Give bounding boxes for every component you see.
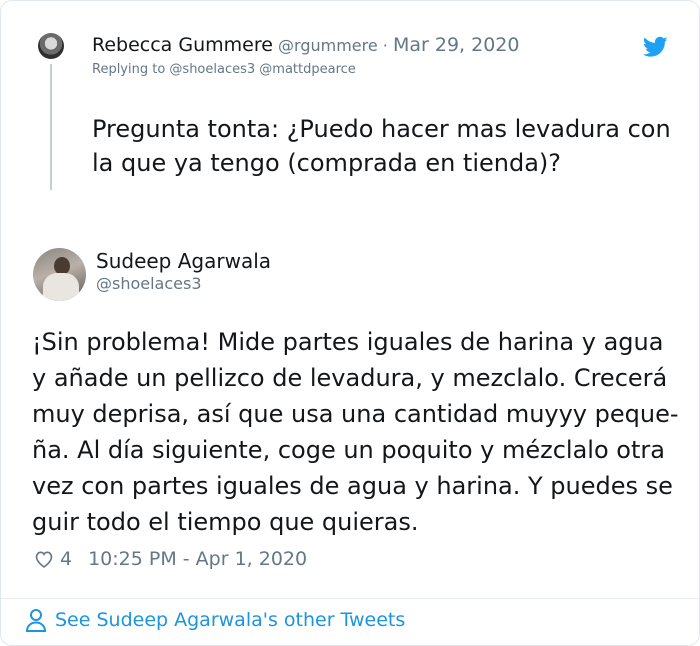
tweet-text-line: muy deprisa, así que usa una cantidad mu… bbox=[32, 400, 679, 428]
reply-header: Rebecca Gummere @rgummere · Mar 29, 2020 bbox=[92, 34, 519, 56]
avatar-body-shape bbox=[43, 273, 79, 301]
tweet-text: ¡Sin problema! Mide partes iguales de ha… bbox=[32, 324, 687, 540]
tweet-text-line: guir todo el tiempo que quieras. bbox=[32, 508, 419, 536]
replying-to[interactable]: Replying to @shoelaces3 @mattdpearce bbox=[92, 62, 356, 77]
tweet-text-line: ¡Sin problema! Mide partes iguales de ha… bbox=[32, 328, 664, 356]
tweet-timestamp[interactable]: 10:25 PM - Apr 1, 2020 bbox=[88, 548, 307, 570]
tweet-text-line: vez con partes iguales de agua y harina.… bbox=[32, 472, 673, 500]
twitter-bird-icon[interactable] bbox=[643, 36, 668, 58]
tweet-text-line: ña. Al día siguiente, coge un poquito y … bbox=[32, 436, 665, 464]
tweet-text-line: y añade un pellizco de levadura, y mezcl… bbox=[32, 364, 668, 392]
tweet-meta: 4 10:25 PM - Apr 1, 2020 bbox=[34, 546, 307, 572]
person-icon bbox=[25, 609, 47, 632]
reply-text: Pregunta tonta: ¿Puedo hacer mas levadur… bbox=[92, 115, 671, 177]
reply-author-handle[interactable]: @rgummere bbox=[278, 36, 378, 55]
header-separator: · bbox=[382, 36, 388, 55]
tweet-card: Rebecca Gummere @rgummere · Mar 29, 2020… bbox=[0, 0, 700, 646]
see-other-tweets-label[interactable]: See Sudeep Agarwala's other Tweets bbox=[55, 609, 405, 631]
footer-divider bbox=[1, 598, 699, 599]
reply-author-name[interactable]: Rebecca Gummere bbox=[92, 34, 273, 56]
reply-date[interactable]: Mar 29, 2020 bbox=[393, 34, 520, 56]
like-count[interactable]: 4 bbox=[60, 548, 72, 570]
thread-line bbox=[50, 64, 52, 190]
reply-author-avatar[interactable] bbox=[38, 33, 64, 59]
tweet-author-avatar[interactable] bbox=[33, 248, 86, 301]
heart-icon[interactable] bbox=[34, 549, 54, 569]
tweet-author-handle[interactable]: @shoelaces3 bbox=[96, 274, 202, 293]
tweet-author-name[interactable]: Sudeep Agarwala bbox=[96, 249, 271, 273]
see-other-tweets-link[interactable]: See Sudeep Agarwala's other Tweets bbox=[25, 608, 405, 632]
